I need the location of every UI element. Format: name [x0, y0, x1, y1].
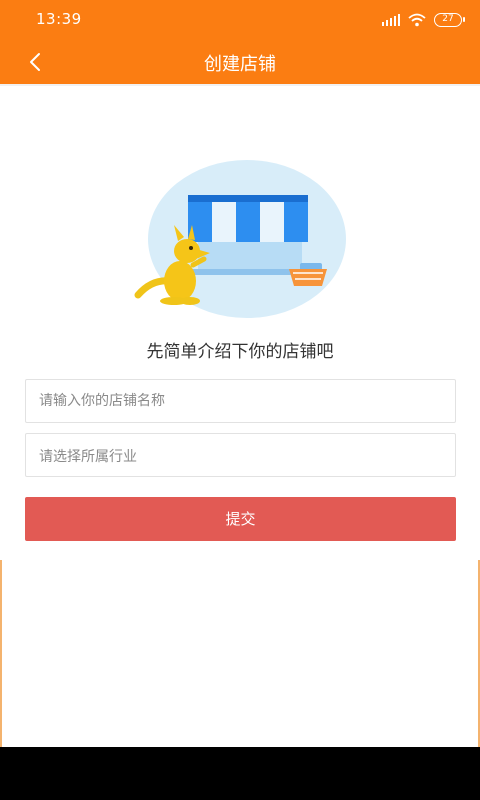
- submit-button[interactable]: 提交: [25, 497, 456, 541]
- header-divider: [0, 84, 480, 86]
- page-title: 创建店铺: [204, 54, 276, 75]
- status-bar: 13:39 27: [0, 0, 480, 40]
- battery-icon: 27: [434, 13, 465, 27]
- status-icons: 27: [382, 11, 465, 29]
- intro-text: 先简单介绍下你的店铺吧: [146, 342, 334, 362]
- shop-name-field[interactable]: [25, 379, 456, 423]
- industry-placeholder: 请选择所属行业: [39, 449, 137, 465]
- status-time: 13:39: [36, 10, 82, 28]
- shop-name-input[interactable]: [39, 380, 444, 422]
- left-edge-line: [0, 560, 2, 747]
- industry-select[interactable]: 请选择所属行业: [25, 433, 456, 477]
- shop-kangaroo-illustration: [134, 160, 346, 318]
- signal-icon: [382, 14, 400, 26]
- wifi-icon: [408, 13, 426, 27]
- nav-bar: 创建店铺: [0, 40, 480, 84]
- screen: 13:39 27 创建店铺 先简单介绍下你的店铺吧 请输入你的店铺名称 请选择所…: [0, 0, 480, 747]
